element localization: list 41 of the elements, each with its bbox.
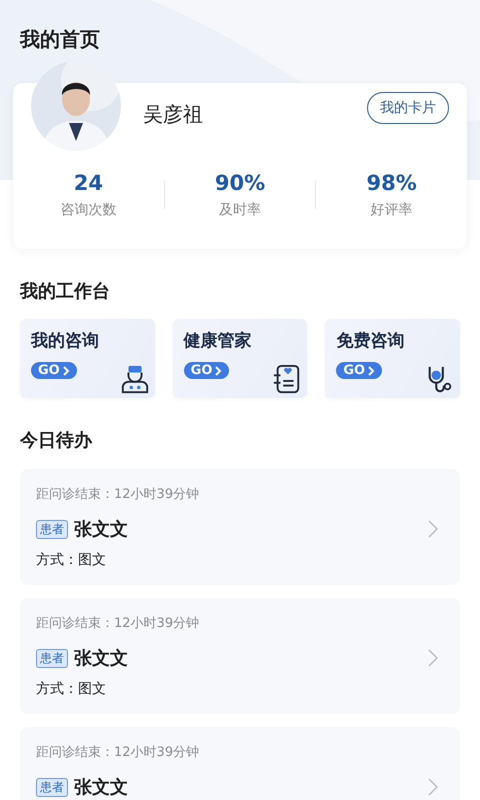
- countdown-text: 距问诊结束：12小时39分钟: [36, 744, 200, 761]
- chevron-right-icon: [215, 366, 222, 376]
- stat-label: 咨询次数: [60, 201, 116, 219]
- method-text: 方式：图文: [36, 551, 106, 569]
- patient-tag: 患者: [36, 648, 68, 668]
- todo-card[interactable]: 距问诊结束：12小时39分钟 患者 张文文 方式：图文: [20, 598, 460, 714]
- tile-label: 健康管家: [184, 330, 252, 352]
- stat-value: 24: [74, 171, 103, 195]
- workbench-tile[interactable]: 免费咨询 GO: [325, 319, 460, 398]
- patient-name: 张文文: [74, 647, 128, 670]
- workbench-tile[interactable]: 我的咨询 GO: [20, 319, 155, 398]
- method-text: 方式：图文: [36, 680, 106, 698]
- patient-name: 张文文: [74, 776, 128, 799]
- chevron-right-icon: [428, 649, 438, 667]
- todo-card[interactable]: 距问诊结束：12小时39分钟 患者 张文文 方式：图文: [20, 469, 460, 585]
- chevron-right-icon: [62, 366, 70, 376]
- workbench-tile[interactable]: 健康管家 GO: [172, 319, 308, 398]
- patient-tag: 患者: [36, 520, 68, 538]
- doctor-name: 吴彦祖: [143, 100, 204, 128]
- page-title: 我的首页: [18, 26, 101, 53]
- doctor-icon: [120, 364, 150, 394]
- todo-card[interactable]: 距问诊结束：12小时39分钟 患者 张文文: [20, 727, 460, 800]
- stat-value: 90%: [214, 171, 266, 195]
- go-button[interactable]: GO: [336, 362, 382, 379]
- stat-label: 及时率: [219, 201, 261, 219]
- section-title: 今日待办: [18, 429, 94, 452]
- chevron-right-icon: [428, 778, 438, 796]
- go-button[interactable]: GO: [31, 362, 77, 379]
- countdown-text: 距问诊结束：12小时39分钟: [36, 615, 200, 632]
- chevron-right-icon: [368, 366, 376, 376]
- patient-tag: 患者: [36, 778, 68, 796]
- countdown-text: 距问诊结束：12小时39分钟: [36, 486, 200, 503]
- my-card-button[interactable]: 我的卡片: [367, 92, 449, 124]
- section-title: 我的工作台: [18, 280, 111, 303]
- stat-value: 98%: [366, 171, 417, 195]
- tile-label: 免费咨询: [336, 330, 404, 352]
- chevron-right-icon: [428, 520, 438, 538]
- stat-label: 好评率: [370, 201, 413, 219]
- go-button[interactable]: GO: [184, 362, 230, 379]
- tile-label: 我的咨询: [31, 330, 99, 352]
- patient-name: 张文文: [74, 518, 128, 541]
